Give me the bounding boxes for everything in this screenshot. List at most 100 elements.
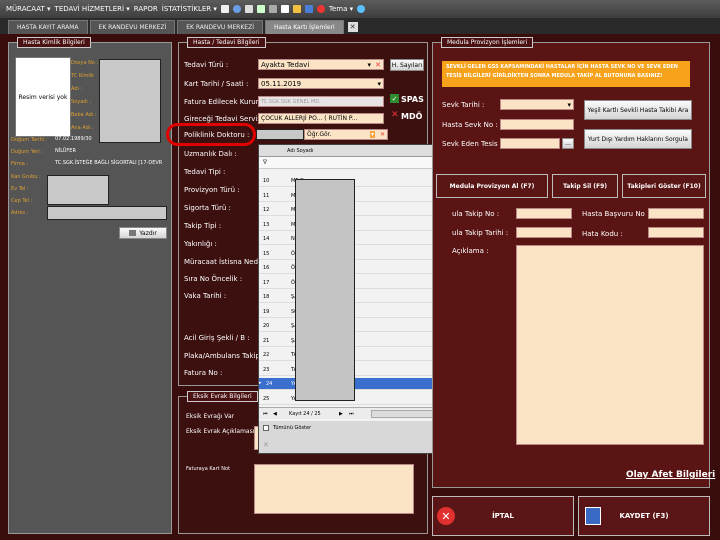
menu-tedavi-hizmetleri[interactable]: TEDAVİ HİZMETLERİ ▾ (55, 5, 130, 13)
kart-tarihi-label: Kart Tarihi / Saati : (184, 80, 249, 88)
highlight-annotation (166, 123, 256, 146)
calendar-icon[interactable] (280, 5, 289, 13)
uzmanlik-dali-label: Uzmanlık Dalı : (184, 150, 237, 158)
medula-takip-no-field[interactable] (516, 208, 572, 219)
spas-check-icon[interactable]: ✓ (390, 94, 399, 103)
medula-takip-tarihi-label: ula Takip Tarihi : (452, 229, 509, 237)
poliklinik-doktoru-select[interactable]: Öğr.Gör. ▾ ✕ (304, 129, 388, 140)
chevron-down-icon[interactable]: ▾ (377, 80, 381, 88)
provizyon-turu-label: Provizyon Türü : (184, 186, 240, 194)
hasta-kimlik-title: Hasta Kimlik Bilgileri (17, 37, 91, 48)
hasta-tedavi-title: Hasta / Tedavi Bilgileri (187, 37, 266, 48)
aciklama-field[interactable] (516, 245, 704, 445)
search-icon[interactable] (232, 5, 241, 13)
yurt-disi-button[interactable]: Yurt Dışı Yardım Haklarını Sorgula (584, 129, 692, 149)
row-number: 21 (263, 337, 270, 344)
firma-value: TC.SGK.İSTEĞE BAĞLI SİGORTALI [17-DEVR (55, 160, 163, 166)
pager-last-icon[interactable]: ⏭ (349, 411, 354, 417)
servis-value: ÇOCUK ALLERJİ PO... ( RUTİN P... (261, 115, 358, 122)
chevron-down-icon[interactable]: ▾ (367, 61, 371, 69)
cancel-icon: ✕ (437, 507, 455, 525)
iptal-button[interactable]: ✕ İPTAL (432, 496, 574, 536)
mdo-x-icon[interactable]: ✕ (391, 110, 399, 120)
hasta-kimlik-panel: Hasta Kimlik Bilgileri Resim verisi yok … (8, 37, 172, 534)
home-icon[interactable] (256, 5, 265, 13)
pager-first-icon[interactable]: ⏮ (263, 411, 268, 417)
yazdir-button[interactable]: Yazdır (119, 227, 167, 239)
filter-icon[interactable]: ∇ (263, 159, 267, 166)
row-number: 17 (263, 279, 270, 286)
fatura-kurum-value: TC.SGK.SGK GENEL MD. (261, 98, 321, 105)
stop-icon[interactable] (316, 5, 325, 13)
aciklama-label: Açıklama : (452, 247, 489, 255)
yesil-kart-button[interactable]: Yeşil Kartlı Sevkli Hasta Takibi Ara (584, 100, 692, 120)
folder-icon[interactable] (292, 5, 301, 13)
sevk-eden-tesis-lookup-button[interactable]: … (562, 138, 574, 149)
tab-hasta-kayit-arama[interactable]: HASTA KAYIT ARAMA (8, 20, 88, 34)
grid-horizontal-scrollbar[interactable] (371, 410, 437, 418)
refresh-icon[interactable] (357, 5, 366, 13)
hasta-sevk-no-field[interactable] (500, 119, 574, 130)
faturaya-kart-not-field[interactable] (254, 464, 414, 514)
tab-bar: HASTA KAYIT ARAMA EK RANDEVU MERKEZİ EK … (0, 18, 720, 34)
menu-istatistikler[interactable]: İSTATİSTİKLER ▾ (162, 5, 217, 13)
medula-takip-tarihi-field[interactable] (516, 227, 572, 238)
sevk-eden-tesis-field[interactable] (500, 138, 560, 149)
grid-filter-row[interactable]: ∇ (259, 157, 447, 169)
row-number: 11 (263, 192, 270, 199)
kan-grubu-label: Kan Grubu : (11, 174, 41, 180)
h-sayilari-button[interactable]: H. Sayıları (390, 59, 424, 71)
row-number: 18 (263, 294, 270, 300)
chevron-down-icon[interactable]: ▾ (369, 131, 375, 138)
doctor-dropdown-grid[interactable]: Adı Soyadı ∇ 10ME Dr.11ME Dr.12MU .Dr.13… (258, 144, 448, 454)
hasta-basvuru-no-field[interactable] (648, 208, 704, 219)
tab-close-icon[interactable]: ✕ (347, 22, 358, 32)
kart-tarihi-field[interactable]: 05.11.2019 ▾ (258, 78, 384, 89)
close-icon[interactable]: ✕ (263, 441, 269, 449)
servis-select[interactable]: ÇOCUK ALLERJİ PO... ( RUTİN P... (258, 113, 384, 124)
hata-kodu-label: Hata Kodu : (582, 230, 623, 238)
pager-next-icon[interactable]: ▶ (339, 411, 343, 417)
tc-kimlik-label: TC Kimlik (71, 73, 95, 79)
info-icon[interactable] (304, 5, 313, 13)
sevk-tarihi-field[interactable]: ▾ (500, 99, 574, 110)
dogum-tarihi-value: 07.02.1989/30 (55, 136, 92, 142)
tab-ek-randevu-merkezi-2[interactable]: EK RANDEVU MERKEZİ (177, 20, 263, 34)
takip-sil-button[interactable]: Takip Sil (F9) (552, 174, 618, 198)
dogum-tarihi-label: Doğum Tarihi : (11, 137, 48, 143)
tab-hasta-karti-islemleri[interactable]: Hasta Kartı İşlemleri (264, 20, 344, 34)
clear-icon[interactable]: ✕ (375, 61, 381, 69)
olay-afet-bilgileri-link[interactable]: Olay Afet Bilgileri (626, 470, 715, 480)
tumunu-goster-checkbox[interactable] (263, 425, 269, 431)
user-icon[interactable] (268, 5, 277, 13)
clear-icon[interactable]: ✕ (380, 131, 385, 138)
medula-provizyon-al-button[interactable]: Medula Provizyon Al (F7) (436, 174, 548, 198)
sira-no-label: Sıra No Öncelik : (184, 275, 243, 283)
redacted-contact (47, 175, 109, 205)
takipleri-goster-button[interactable]: Takipleri Göster (F10) (622, 174, 706, 198)
gear-icon[interactable] (244, 5, 253, 13)
medula-title: Medula Provizyon İşlemleri (441, 37, 534, 48)
poliklinik-doktoru-value: Öğr.Gör. (307, 131, 332, 138)
adi-label: Adı : (71, 86, 83, 92)
pager-record-count: Kayıt 24 / 25 (289, 411, 321, 417)
menu-tema[interactable]: Tema ▾ (329, 5, 353, 13)
iptal-label: İPTAL (492, 512, 514, 520)
yazdir-label: Yazdır (139, 229, 157, 237)
tab-ek-randevu-merkezi-1[interactable]: EK RANDEVU MERKEZİ (89, 20, 176, 34)
hata-kodu-field[interactable] (648, 227, 704, 238)
tedavi-turu-select[interactable]: Ayakta Tedavi ▾ ✕ (258, 59, 384, 70)
grid-header-name[interactable]: Adı Soyadı (287, 148, 313, 154)
menu-rapor[interactable]: RAPOR (134, 5, 158, 13)
row-number: 16 (263, 265, 270, 271)
kaydet-button[interactable]: KAYDET (F3) (578, 496, 710, 536)
row-number: 25 (263, 395, 270, 402)
menu-muracaat[interactable]: MÜRACAAT ▾ (6, 5, 51, 13)
chevron-down-icon[interactable]: ▾ (567, 101, 571, 109)
pager-prev-icon[interactable]: ◀ (273, 411, 277, 417)
muracaat-istisna-label: Müracaat İstisna Nedeni (184, 258, 269, 266)
tumunu-goster-label: Tümünü Göster (273, 425, 312, 431)
dogum-yeri-value: NİLÜFER (55, 148, 76, 154)
fatura-kurum-field[interactable]: TC.SGK.SGK GENEL MD. (258, 96, 384, 107)
document-icon[interactable] (220, 5, 229, 13)
